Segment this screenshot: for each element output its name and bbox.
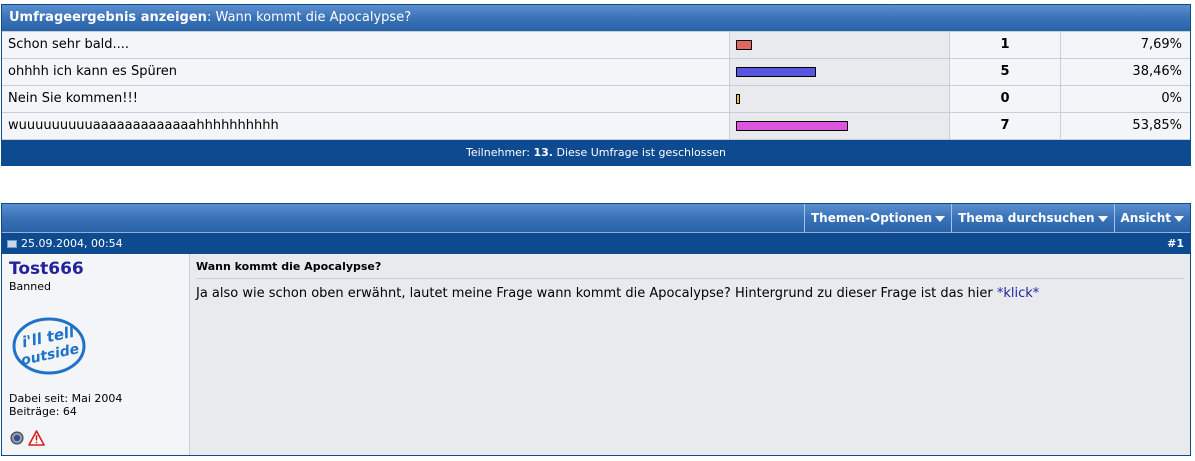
user-stats: Dabei seit: Mai 2004 Beiträge: 64 <box>9 392 122 418</box>
poll-footer: Teilnehmer: 13. Diese Umfrage ist geschl… <box>2 139 1190 165</box>
poll-bar <box>736 94 740 104</box>
poll-closed-note: Diese Umfrage ist geschlossen <box>556 146 726 159</box>
chevron-down-icon <box>1174 215 1184 222</box>
post-message: Ja also wie schon oben erwähnt, lautet m… <box>196 286 1184 301</box>
chevron-down-icon <box>1097 215 1108 222</box>
user-joined: Dabei seit: Mai 2004 <box>9 392 123 405</box>
poll-question: Wann kommt die Apocalypse? <box>215 10 412 25</box>
post-header: 25.09.2004, 00:54 #1 <box>2 232 1190 254</box>
avatar: i'll tell outside <box>12 317 86 375</box>
post-title: Wann kommt die Apocalypse? <box>196 260 1184 279</box>
poll-option-label: Schon sehr bald.... <box>2 32 729 58</box>
poll-option-row: Nein Sie kommen!!! 0 0% <box>2 85 1190 112</box>
poll-option-row: Schon sehr bald.... 1 7,69% <box>2 31 1190 58</box>
poll-bar-cell <box>729 86 949 112</box>
poll-bar <box>736 40 752 50</box>
poll-header: Umfrageergebnis anzeigen: Wann kommt die… <box>2 5 1190 31</box>
poll-bar <box>736 121 848 131</box>
poll-bar <box>736 67 816 77</box>
user-post-count: Beiträge: 64 <box>9 405 77 418</box>
poll-bar-cell <box>729 59 949 85</box>
post-icon <box>7 239 17 248</box>
poll-bar-cell <box>729 113 949 139</box>
post-content: Wann kommt die Apocalypse? Ja also wie s… <box>190 254 1190 455</box>
user-title: Banned <box>9 280 51 293</box>
poll-bar-cell <box>729 32 949 58</box>
poll-option-row: ohhhh ich kann es Spüren 5 38,46% <box>2 58 1190 85</box>
poll-option-label: wuuuuuuuuuaaaaaaaaaaaaahhhhhhhhhh <box>2 113 729 139</box>
user-info: Tost666 Banned i'll tell outside Dabei s… <box>2 254 190 455</box>
poll-votes: 5 <box>949 59 1060 85</box>
thread-toolbar: Themen-Optionen Thema durchsuchen Ansich… <box>2 204 1190 232</box>
thread-options-menu[interactable]: Themen-Optionen <box>803 204 951 232</box>
poll-header-label: Umfrageergebnis anzeigen <box>9 10 207 25</box>
post-link[interactable]: *klick* <box>997 286 1039 301</box>
username-link[interactable]: Tost666 <box>9 260 182 278</box>
poll-percent: 53,85% <box>1060 113 1190 139</box>
chevron-down-icon <box>935 215 946 222</box>
participants-label: Teilnehmer: <box>466 146 530 159</box>
poll-option-label: Nein Sie kommen!!! <box>2 86 729 112</box>
poll-option-label: ohhhh ich kann es Spüren <box>2 59 729 85</box>
post-number-link[interactable]: #1 <box>1167 233 1184 254</box>
poll-option-row: wuuuuuuuuuaaaaaaaaaaaaahhhhhhhhhh 7 53,8… <box>2 112 1190 139</box>
user-icons <box>10 430 45 446</box>
thread-search-menu[interactable]: Thema durchsuchen <box>951 204 1113 232</box>
poll-percent: 38,46% <box>1060 59 1190 85</box>
report-post-icon[interactable] <box>28 430 45 446</box>
poll-votes: 0 <box>949 86 1060 112</box>
poll-percent: 7,69% <box>1060 32 1190 58</box>
post-text: Ja also wie schon oben erwähnt, lautet m… <box>196 286 993 301</box>
view-mode-menu[interactable]: Ansicht <box>1113 204 1190 232</box>
post-body: Tost666 Banned i'll tell outside Dabei s… <box>2 254 1190 455</box>
thread: Themen-Optionen Thema durchsuchen Ansich… <box>1 203 1191 456</box>
poll-results: Umfrageergebnis anzeigen: Wann kommt die… <box>1 4 1191 166</box>
poll-votes: 7 <box>949 113 1060 139</box>
poll-percent: 0% <box>1060 86 1190 112</box>
post-date: 25.09.2004, 00:54 <box>21 236 123 250</box>
poll-votes: 1 <box>949 32 1060 58</box>
offline-status-icon <box>10 431 24 445</box>
participants-count: 13. <box>533 146 553 159</box>
